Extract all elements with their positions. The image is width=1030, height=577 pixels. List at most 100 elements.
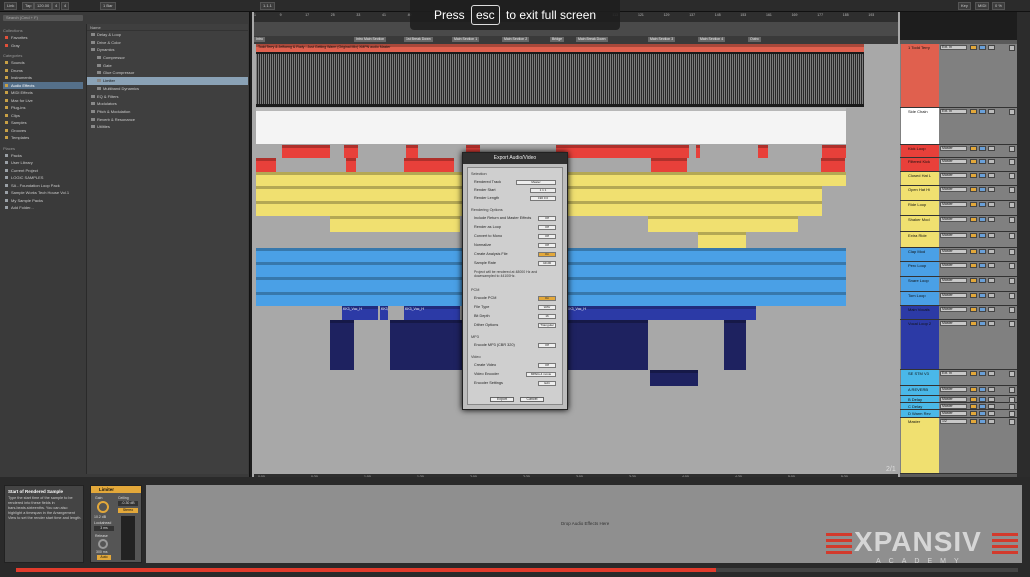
track-io-select[interactable]: Master — [940, 159, 967, 164]
mute-button[interactable] — [970, 411, 977, 416]
filtered-kick-clip[interactable] — [404, 158, 454, 172]
sidechain-clip[interactable] — [256, 108, 846, 144]
mute-button[interactable] — [970, 187, 977, 192]
mute-button[interactable] — [970, 293, 977, 298]
arm-button[interactable] — [988, 404, 995, 409]
track-io-select[interactable]: Master — [940, 233, 967, 238]
locator[interactable]: Main Section 1 — [452, 37, 480, 42]
mixer-strip[interactable] — [1017, 12, 1030, 477]
arm-button[interactable] — [988, 278, 995, 283]
auto-button[interactable]: Auto — [97, 555, 111, 560]
track-header[interactable]: Clap Mod Master — [900, 248, 1017, 262]
locator[interactable]: Main Section 2 — [502, 37, 530, 42]
browser-item[interactable]: Instruments — [3, 74, 83, 82]
midi-button[interactable]: MIDI — [975, 2, 990, 10]
sample-rate-select[interactable]: 44100 — [538, 261, 556, 266]
file-item[interactable]: Limiter — [87, 77, 248, 85]
track-header[interactable]: Kick Loop Master — [900, 145, 1017, 158]
track-name[interactable]: Closed Hat L — [908, 173, 931, 178]
track-name[interactable]: Perc Loop — [908, 263, 926, 268]
track-io-select[interactable]: Master — [940, 397, 967, 402]
arm-button[interactable] — [988, 411, 995, 416]
mute-button[interactable] — [970, 45, 977, 50]
solo-button[interactable] — [979, 263, 986, 268]
position-field[interactable]: 1.1.1 — [260, 2, 275, 10]
vocal-clip[interactable]: KK3_Voc_H — [342, 306, 378, 320]
video-encoder-select[interactable]: MPEG-4 movie — [526, 372, 556, 377]
filtered-kick-clip[interactable] — [346, 158, 356, 172]
mute-button[interactable] — [970, 371, 977, 376]
kick-clip[interactable] — [282, 145, 330, 158]
audio-clip[interactable]: Todd Terry & Jeffoeng & Rudy - Just Gett… — [256, 44, 864, 107]
mute-button[interactable] — [970, 202, 977, 207]
ride-clip[interactable] — [256, 201, 462, 216]
mute-button[interactable] — [970, 146, 977, 151]
mute-button[interactable] — [970, 173, 977, 178]
browser-item[interactable]: Clips — [3, 112, 83, 120]
track-name[interactable]: D Warm Rev — [908, 411, 931, 416]
track-io-select[interactable]: Master — [940, 249, 967, 254]
shaker-clip[interactable] — [330, 216, 460, 232]
arm-button[interactable] — [988, 387, 995, 392]
track-io-select[interactable]: Master — [940, 321, 967, 326]
track-name[interactable]: Side Chain — [908, 109, 928, 114]
arm-button[interactable] — [988, 397, 995, 402]
arm-button[interactable] — [988, 419, 995, 424]
track-header[interactable]: Filtered Kick Master — [900, 158, 1017, 172]
solo-button[interactable] — [979, 146, 986, 151]
file-item[interactable]: EQ & Filters — [87, 93, 248, 101]
file-item[interactable]: Gate — [87, 62, 248, 70]
track-header[interactable]: Shaker Mod Master — [900, 216, 1017, 232]
locator[interactable]: Bridge — [550, 37, 565, 42]
arm-button[interactable] — [988, 249, 995, 254]
mute-button[interactable] — [970, 159, 977, 164]
encoder-settings-button[interactable]: Edit — [538, 381, 556, 386]
mute-button[interactable] — [970, 419, 977, 424]
tap-button[interactable]: Tap — [22, 2, 35, 10]
track-io-select[interactable]: Master — [940, 173, 967, 178]
track-io-select[interactable]: 1/2 — [940, 419, 967, 424]
include-return-toggle[interactable]: Off — [538, 216, 556, 221]
track-name[interactable]: Clap Mod — [908, 249, 925, 254]
rendered-track-select[interactable]: Master — [516, 180, 556, 185]
track-name[interactable]: C Delay — [908, 404, 922, 409]
solo-button[interactable] — [979, 404, 986, 409]
file-item[interactable]: Modulators — [87, 100, 248, 108]
render-loop-toggle[interactable]: Off — [538, 225, 556, 230]
solo-button[interactable] — [979, 371, 986, 376]
kick-clip[interactable] — [556, 145, 656, 158]
arm-button[interactable] — [988, 293, 995, 298]
browser-item[interactable]: User Library — [3, 159, 83, 167]
file-item[interactable]: Dynamics — [87, 46, 248, 54]
browser-item[interactable]: Packs — [3, 152, 83, 160]
mute-button[interactable] — [970, 278, 977, 283]
track-name[interactable]: 1 Todd Terry — [908, 45, 930, 50]
vocal-loop-clip[interactable] — [390, 320, 464, 370]
track-header[interactable]: Side Chain Ext. In — [900, 108, 1017, 145]
arm-button[interactable] — [988, 371, 995, 376]
open-hat-clip[interactable] — [562, 186, 822, 201]
file-item[interactable]: Pitch & Modulation — [87, 108, 248, 116]
browser-item[interactable]: Drums — [3, 67, 83, 75]
mute-button[interactable] — [970, 397, 977, 402]
solo-button[interactable] — [979, 109, 986, 114]
mute-button[interactable] — [970, 217, 977, 222]
limiter-device[interactable]: Limiter Gain 10.2 dB Lookahead 3 ms Rele… — [90, 485, 142, 563]
browser-item[interactable]: Templates — [3, 134, 83, 142]
browser-item[interactable]: Audio Effects — [3, 81, 83, 89]
track-header[interactable]: Master 1/2 — [900, 418, 1017, 474]
kick-clip[interactable] — [406, 145, 418, 158]
arm-button[interactable] — [988, 45, 995, 50]
mute-button[interactable] — [970, 249, 977, 254]
solo-button[interactable] — [979, 249, 986, 254]
browser-item[interactable]: Favorites — [3, 34, 83, 42]
vocal-loop-clip[interactable] — [566, 320, 648, 370]
mute-button[interactable] — [970, 404, 977, 409]
arm-button[interactable] — [988, 109, 995, 114]
kick-clip[interactable] — [822, 145, 846, 158]
normalize-toggle[interactable]: Off — [538, 243, 556, 248]
solo-button[interactable] — [979, 217, 986, 222]
track-header[interactable]: Closed Hat L Master — [900, 172, 1017, 186]
arm-button[interactable] — [988, 233, 995, 238]
track-io-select[interactable]: Master — [940, 293, 967, 298]
